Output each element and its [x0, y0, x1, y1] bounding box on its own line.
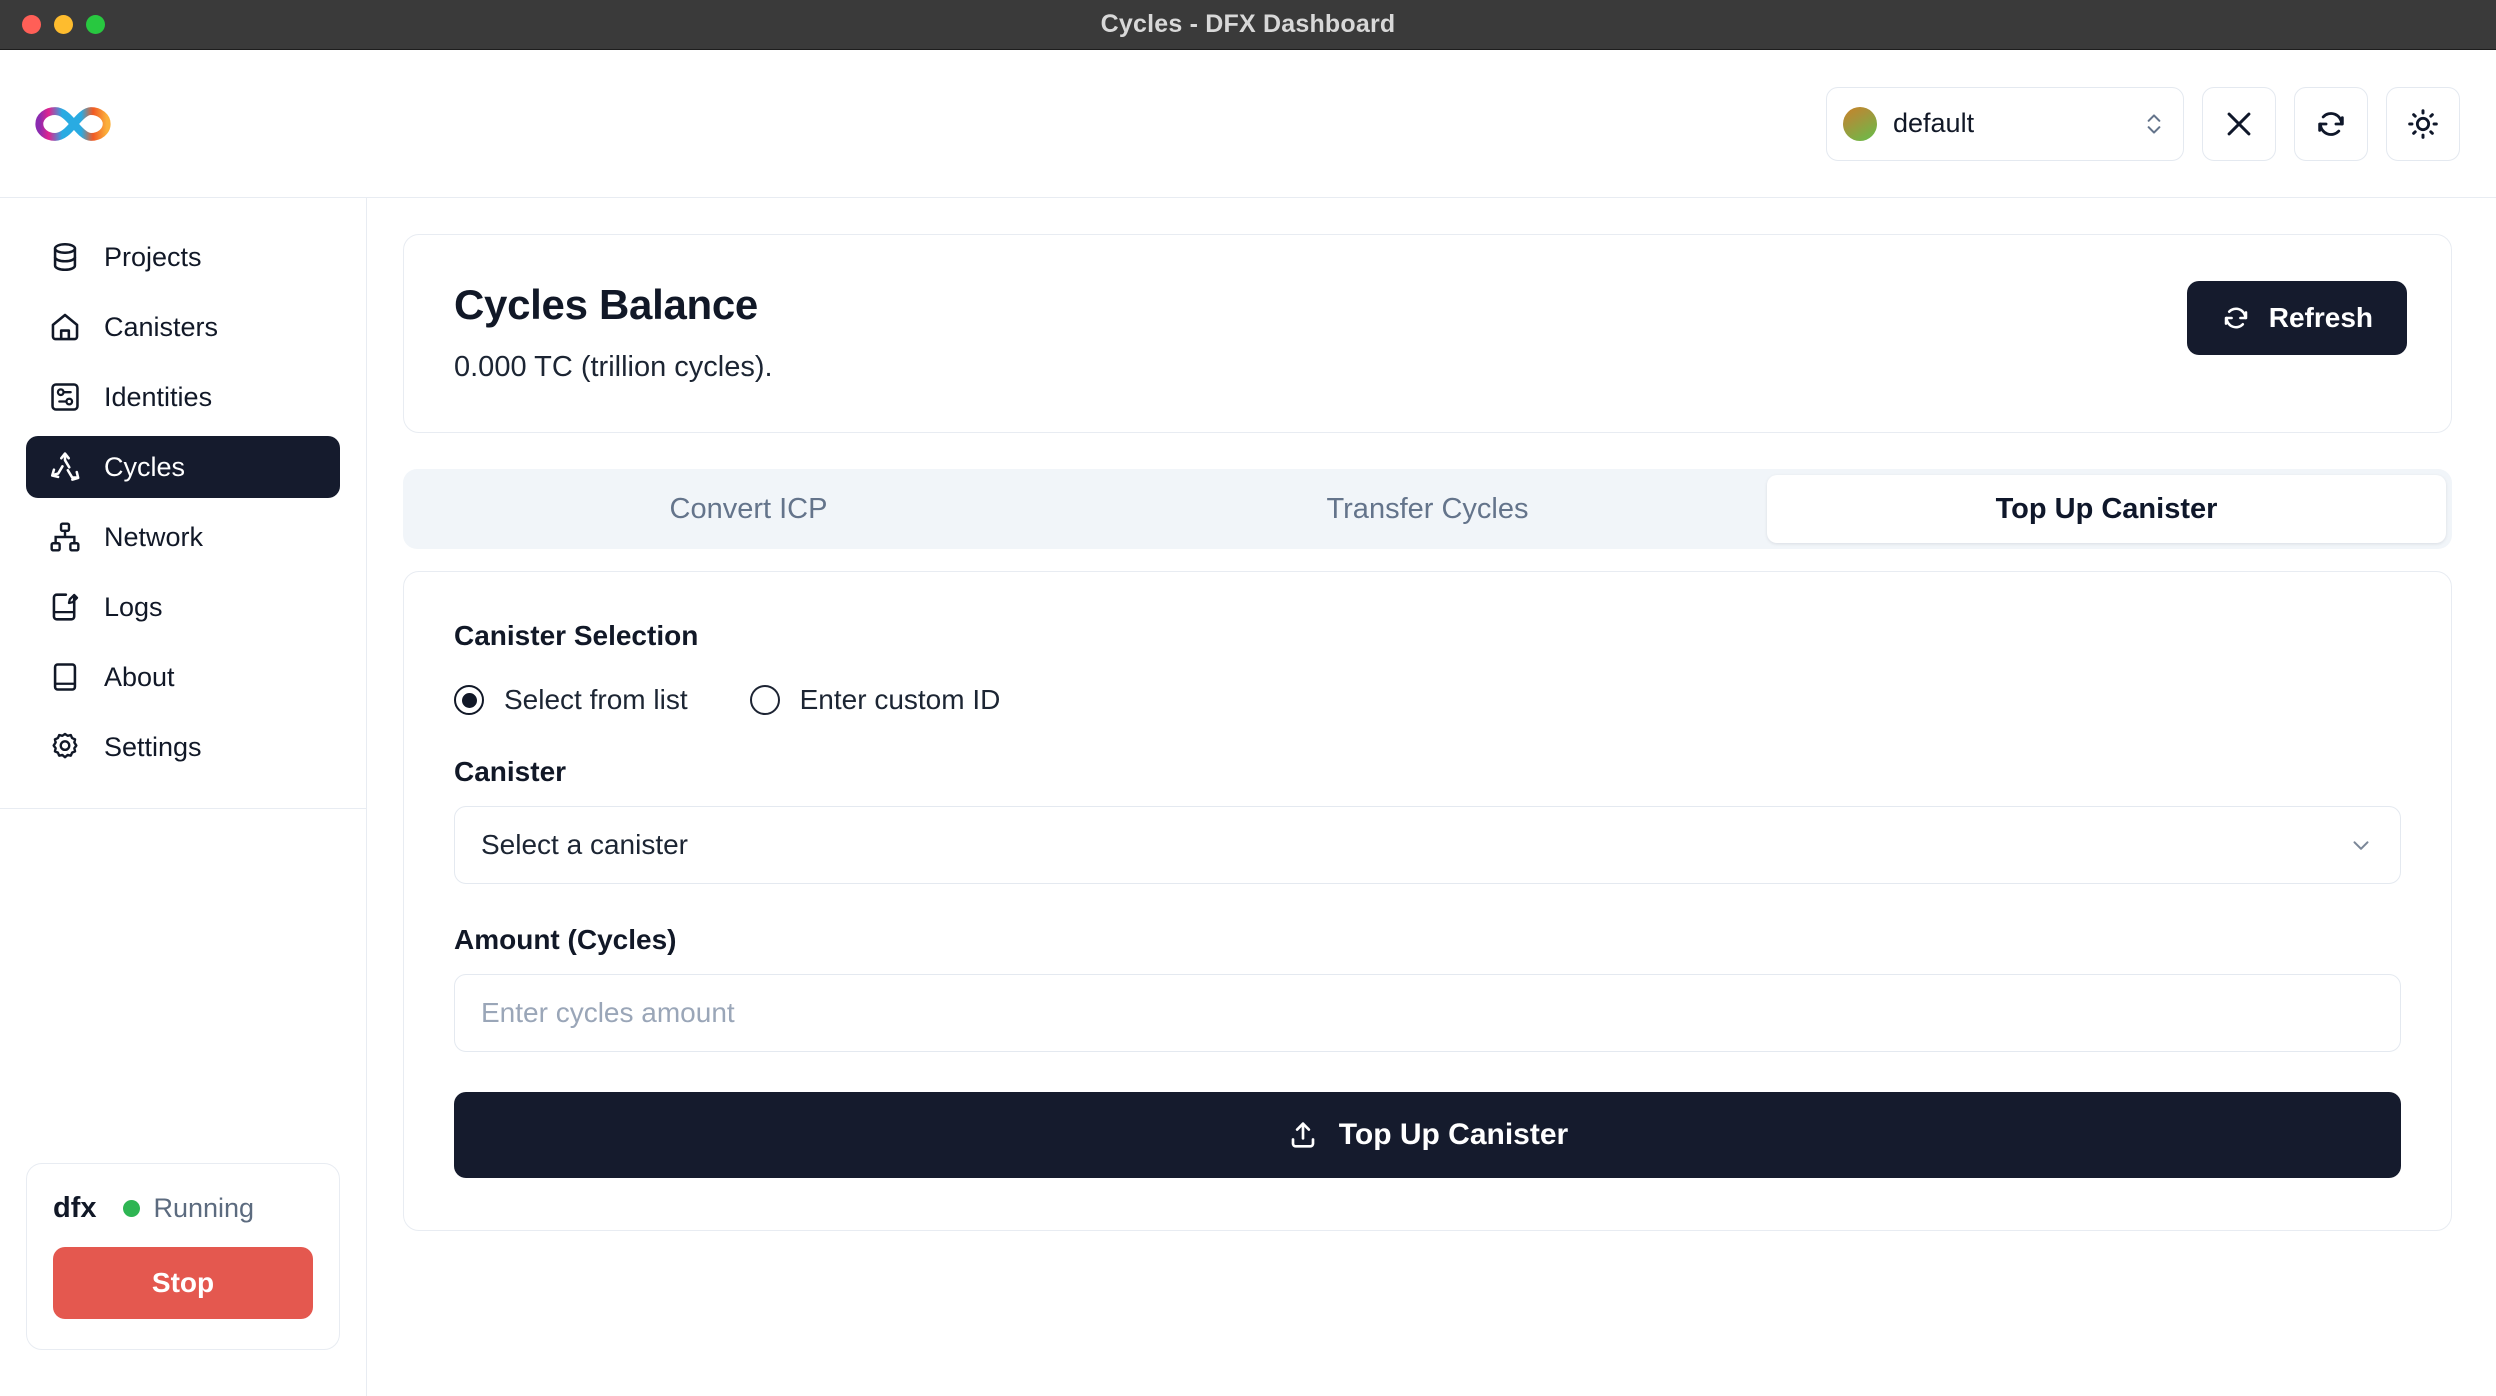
app-body: Projects Canisters Identities Cycles Net…: [0, 198, 2496, 1396]
refresh-icon: [2318, 111, 2344, 136]
top-up-canister-form: Canister Selection Select from list Ente…: [403, 571, 2452, 1231]
dfx-status-row: dfx Running: [53, 1192, 313, 1225]
database-icon: [53, 242, 77, 272]
maximize-window-button[interactable]: [86, 15, 105, 34]
sidebar-item-projects[interactable]: Projects: [26, 226, 340, 288]
close-button[interactable]: [2202, 86, 2276, 161]
identity-avatar: [1843, 106, 1877, 141]
sidebar-item-network[interactable]: Network: [26, 506, 340, 568]
app-window: Cycles - DFX Dashboard default Projects …: [0, 0, 2496, 1396]
window-title: Cycles - DFX Dashboard: [1100, 10, 1396, 38]
canister-select-value: Select a canister: [481, 829, 688, 860]
chevron-up-down-icon: [2147, 113, 2161, 134]
refresh-icon: [2224, 307, 2247, 329]
home-icon: [51, 313, 79, 341]
refresh-balance-button[interactable]: Refresh: [2186, 281, 2407, 355]
upload-icon: [1291, 1122, 1315, 1148]
sidebar-item-label: Identities: [104, 381, 213, 412]
sidebar-item-label: Cycles: [104, 451, 186, 482]
gear-icon: [52, 732, 78, 759]
canister-label: Canister: [454, 756, 567, 787]
radio-label: Enter custom ID: [799, 684, 1001, 715]
sidebar-item-label: Canisters: [104, 311, 219, 342]
balance-value: 0.000 TC (trillion cycles).: [454, 351, 773, 383]
close-window-button[interactable]: [22, 15, 41, 34]
identity-name: default: [1893, 108, 1975, 138]
sidebar-item-canisters[interactable]: Canisters: [26, 296, 340, 358]
sidebar-nav: Projects Canisters Identities Cycles Net…: [0, 198, 366, 778]
status-text: Running: [153, 1193, 255, 1223]
identity-selector[interactable]: default: [1826, 86, 2184, 161]
identity-card-icon: [51, 383, 79, 411]
cycles-balance-card: Cycles Balance 0.000 TC (trillion cycles…: [403, 234, 2452, 433]
main-content: Cycles Balance 0.000 TC (trillion cycles…: [367, 198, 2496, 1396]
network-nodes-icon: [50, 522, 80, 552]
page-title: Cycles Balance: [454, 281, 758, 328]
app-header: default: [0, 50, 2496, 198]
radio-select-from-list[interactable]: Select from list: [454, 684, 688, 716]
theme-toggle-button[interactable]: [2386, 86, 2460, 161]
canister-select[interactable]: Select a canister: [454, 806, 2401, 884]
sidebar-item-logs[interactable]: Logs: [26, 576, 340, 638]
dfx-label: dfx: [53, 1192, 97, 1224]
radio-enter-custom-id[interactable]: Enter custom ID: [749, 684, 1001, 716]
book-icon: [53, 663, 77, 691]
canister-selection-label: Canister Selection: [454, 620, 699, 651]
chevron-down-icon: [2353, 841, 2369, 850]
sidebar-item-label: Projects: [104, 241, 202, 272]
refresh-button-label: Refresh: [2268, 302, 2373, 333]
canister-selection-radio-group: Select from list Enter custom ID: [454, 684, 2401, 716]
amount-field-block: Amount (Cycles): [454, 924, 2401, 1052]
stop-dfx-button[interactable]: Stop: [53, 1247, 313, 1319]
tab-convert-icp[interactable]: Convert ICP: [409, 475, 1088, 543]
dfx-status-card: dfx Running Stop: [26, 1163, 340, 1350]
sidebar-item-cycles[interactable]: Cycles: [26, 436, 340, 498]
sidebar-item-about[interactable]: About: [26, 646, 340, 708]
sidebar-item-label: Settings: [104, 731, 202, 762]
radio-button-unchecked[interactable]: [749, 685, 780, 715]
notebook-pen-icon: [52, 593, 79, 621]
theme-toggle-sun-icon: [2408, 108, 2438, 139]
sidebar-item-label: Network: [104, 521, 204, 552]
radio-label: Select from list: [504, 684, 688, 715]
traffic-light-buttons: [0, 15, 105, 34]
amount-label: Amount (Cycles): [454, 924, 677, 955]
tab-transfer-cycles[interactable]: Transfer Cycles: [1088, 475, 1767, 543]
sidebar-item-label: About: [104, 661, 175, 692]
sidebar-item-identities[interactable]: Identities: [26, 366, 340, 428]
recycle-icon: [50, 452, 80, 481]
status-badge: Running: [122, 1193, 255, 1224]
sidebar: Projects Canisters Identities Cycles Net…: [0, 198, 367, 1396]
header-actions: default: [1826, 86, 2460, 161]
submit-button-label: Top Up Canister: [1338, 1118, 1569, 1151]
sidebar-item-label: Logs: [104, 591, 163, 622]
minimize-window-button[interactable]: [54, 15, 73, 34]
sidebar-item-settings[interactable]: Settings: [26, 716, 340, 778]
top-up-canister-submit-button[interactable]: Top Up Canister: [454, 1092, 2401, 1178]
status-indicator-dot: [122, 1200, 140, 1217]
close-icon: [2227, 112, 2251, 135]
radio-button-checked[interactable]: [454, 685, 484, 715]
internet-computer-infinity-logo: [35, 106, 111, 141]
tab-top-up-canister[interactable]: Top Up Canister: [1767, 475, 2446, 543]
canister-field-block: Canister Select a canister: [454, 756, 2401, 884]
title-bar: Cycles - DFX Dashboard: [0, 0, 2496, 50]
amount-input[interactable]: [454, 974, 2401, 1052]
radio-inner-dot: [461, 692, 477, 708]
balance-text-block: Cycles Balance 0.000 TC (trillion cycles…: [454, 281, 773, 384]
cycles-tab-bar: Convert ICP Transfer Cycles Top Up Canis…: [403, 469, 2452, 549]
refresh-button[interactable]: [2294, 86, 2368, 161]
